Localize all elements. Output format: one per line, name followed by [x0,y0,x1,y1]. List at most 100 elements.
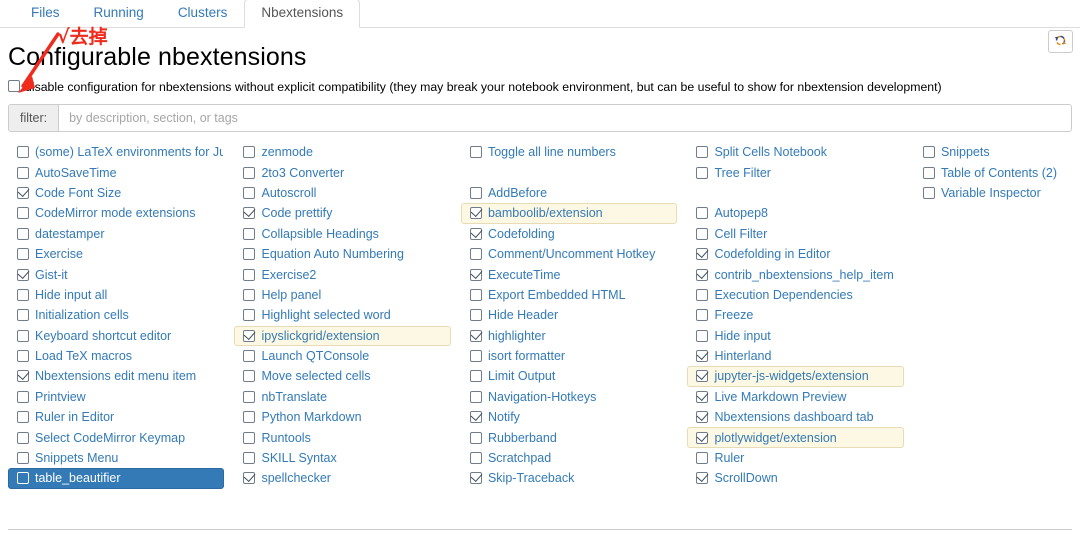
checkbox-unchecked-icon[interactable] [243,411,256,424]
extension-item[interactable]: (some) LaTeX environments for Jupyter [8,142,224,162]
extension-item[interactable]: Split Cells Notebook [687,142,904,162]
extension-item[interactable]: ScrollDown [687,468,904,488]
extension-item[interactable]: Snippets [914,142,1062,162]
extension-item[interactable]: Toggle all line numbers [461,142,677,162]
extension-item[interactable]: Execution Dependencies [687,285,904,305]
checkbox-unchecked-icon[interactable] [17,309,29,322]
extension-item[interactable]: Hinterland [687,346,904,366]
checkbox-unchecked-icon[interactable] [17,431,29,444]
extension-item[interactable]: Code prettify [234,203,450,223]
checkbox-unchecked-icon[interactable] [469,390,482,403]
extension-item[interactable]: Comment/Uncomment Hotkey [461,244,677,264]
checkbox-checked-icon[interactable] [469,411,482,424]
checkbox-checked-icon[interactable] [243,207,256,220]
extension-item[interactable]: Freeze [687,305,904,325]
checkbox-checked-icon[interactable] [243,329,256,342]
extension-item[interactable]: highlighter [461,326,677,346]
extension-item[interactable]: ipyslickgrid/extension [234,325,451,346]
checkbox-unchecked-icon[interactable] [243,452,256,465]
tab-running[interactable]: Running [77,0,161,28]
checkbox-checked-icon[interactable] [696,370,709,383]
extension-item[interactable]: Nbextensions edit menu item [8,366,224,386]
extension-item[interactable]: Equation Auto Numbering [234,244,450,264]
extension-item[interactable]: isort formatter [461,346,677,366]
checkbox-checked-icon[interactable] [696,350,709,363]
checkbox-unchecked-icon[interactable] [17,472,29,485]
checkbox-unchecked-icon[interactable] [696,288,709,301]
extension-item[interactable]: Export Embedded HTML [461,285,677,305]
checkbox-checked-icon[interactable] [696,248,709,261]
checkbox-checked-icon[interactable] [469,329,482,342]
extension-item[interactable]: 2to3 Converter [234,162,450,182]
checkbox-unchecked-icon[interactable] [243,166,256,179]
extension-item[interactable]: Notify [461,407,677,427]
checkbox-unchecked-icon[interactable] [17,452,29,465]
extension-item[interactable]: Hide input [687,326,904,346]
checkbox-unchecked-icon[interactable] [696,227,709,240]
checkbox-unchecked-icon[interactable] [469,186,482,199]
checkbox-unchecked-icon[interactable] [469,288,482,301]
extension-item[interactable]: Help panel [234,285,450,305]
extension-item[interactable]: bamboolib/extension [460,203,678,224]
checkbox-unchecked-icon[interactable] [243,370,256,383]
extension-item[interactable]: ExecuteTime [461,264,677,284]
disable-config-checkbox[interactable] [8,80,20,92]
refresh-button[interactable] [1048,30,1073,53]
checkbox-checked-icon[interactable] [469,268,482,281]
tab-nbextensions[interactable]: Nbextensions [244,0,361,28]
extension-item[interactable]: Launch QTConsole [234,346,450,366]
checkbox-unchecked-icon[interactable] [696,309,709,322]
extension-item[interactable]: Runtools [234,427,450,447]
extension-item[interactable]: Code Font Size [8,183,224,203]
checkbox-unchecked-icon[interactable] [469,350,482,363]
extension-item[interactable]: Move selected cells [234,366,450,386]
extension-item[interactable]: datestamper [8,224,224,244]
checkbox-unchecked-icon[interactable] [469,146,482,159]
extension-item[interactable]: Load TeX macros [8,346,224,366]
filter-input[interactable] [59,105,1071,131]
extension-item[interactable]: Autoscroll [234,183,450,203]
extension-item[interactable]: Skip-Traceback [461,468,677,488]
extension-item[interactable]: Nbextensions dashboard tab [687,407,904,427]
checkbox-checked-icon[interactable] [469,472,482,485]
checkbox-unchecked-icon[interactable] [17,350,29,363]
checkbox-unchecked-icon[interactable] [243,248,256,261]
extension-item[interactable]: Ruler [687,448,904,468]
checkbox-unchecked-icon[interactable] [696,166,709,179]
extension-item[interactable]: Exercise2 [234,264,450,284]
checkbox-unchecked-icon[interactable] [17,411,29,424]
checkbox-unchecked-icon[interactable] [696,329,709,342]
extension-item[interactable]: Hide Header [461,305,677,325]
tab-clusters[interactable]: Clusters [161,0,245,28]
extension-item[interactable]: Printview [8,387,224,407]
extension-item[interactable]: Variable Inspector [914,183,1062,203]
checkbox-checked-icon[interactable] [696,390,709,403]
extension-item[interactable]: Python Markdown [234,407,450,427]
checkbox-unchecked-icon[interactable] [469,309,482,322]
checkbox-unchecked-icon[interactable] [17,207,29,220]
checkbox-unchecked-icon[interactable] [469,248,482,261]
checkbox-checked-icon[interactable] [243,472,256,485]
extension-item[interactable]: plotlywidget/extension [687,427,904,448]
checkbox-checked-icon[interactable] [696,472,709,485]
checkbox-checked-icon[interactable] [696,268,709,281]
checkbox-checked-icon[interactable] [696,431,709,444]
checkbox-unchecked-icon[interactable] [17,146,29,159]
checkbox-unchecked-icon[interactable] [922,146,935,159]
extension-item[interactable]: Codefolding in Editor [687,244,904,264]
extension-item[interactable]: Table of Contents (2) [914,162,1062,182]
checkbox-unchecked-icon[interactable] [469,452,482,465]
extension-item[interactable]: Navigation-Hotkeys [461,387,677,407]
checkbox-unchecked-icon[interactable] [243,309,256,322]
extension-item[interactable]: Collapsible Headings [234,224,450,244]
extension-item[interactable]: contrib_nbextensions_help_item [687,264,904,284]
checkbox-unchecked-icon[interactable] [243,268,256,281]
checkbox-unchecked-icon[interactable] [922,186,935,199]
disable-config-row[interactable]: disable configuration for nbextensions w… [8,80,1072,94]
checkbox-checked-icon[interactable] [17,186,29,199]
checkbox-unchecked-icon[interactable] [17,227,29,240]
extension-item[interactable]: CodeMirror mode extensions [8,203,224,223]
checkbox-checked-icon[interactable] [696,411,709,424]
extension-item[interactable]: table_beautifier [8,468,225,489]
extension-item[interactable]: Codefolding [461,224,677,244]
